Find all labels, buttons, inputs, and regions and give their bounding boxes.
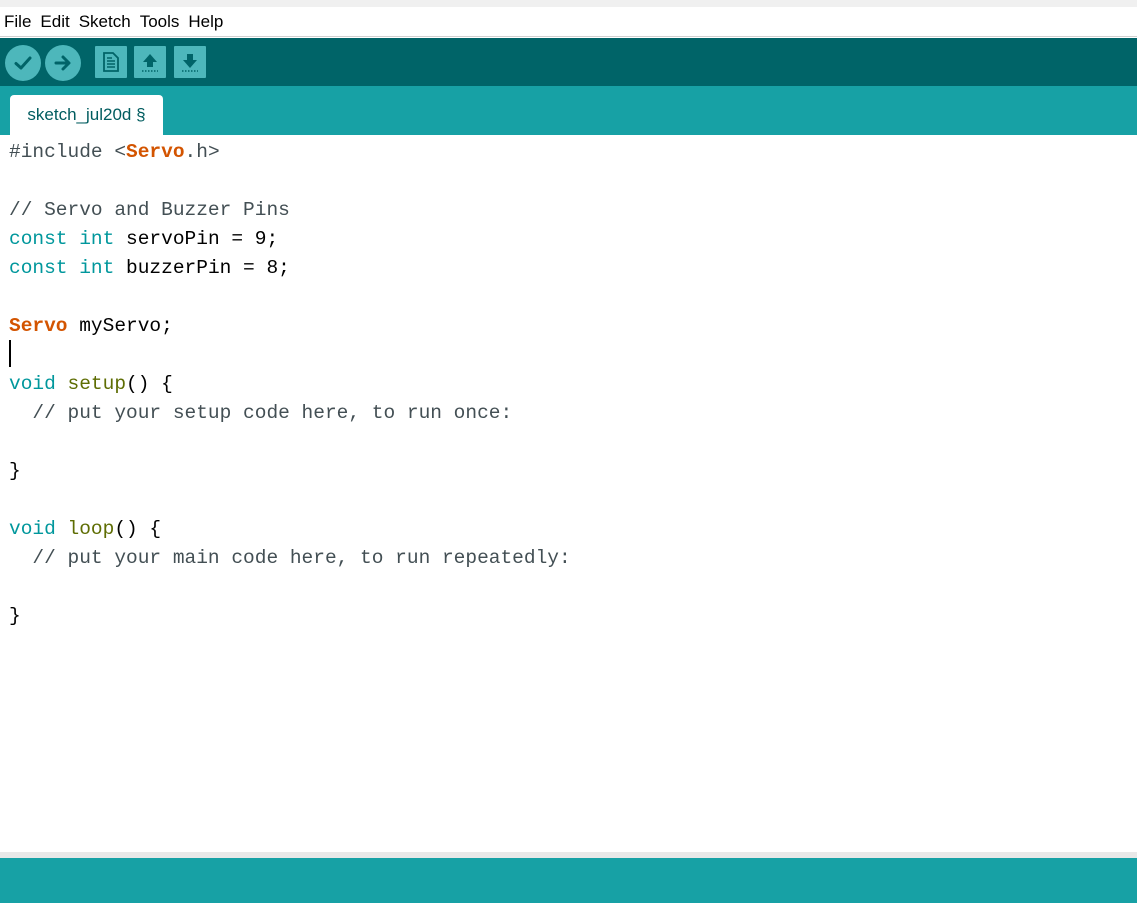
code-line-servo-object: Servo myServo; [9, 312, 173, 341]
text-caret [9, 340, 11, 367]
toolbar [0, 38, 1137, 86]
code-line-comment: // Servo and Buzzer Pins [9, 196, 290, 225]
code-token-class: Servo [9, 315, 68, 337]
arrow-up-icon [142, 54, 158, 72]
code-line-loop-close: } [9, 602, 21, 631]
menu-edit[interactable]: Edit [35, 7, 73, 37]
new-button[interactable] [95, 46, 127, 78]
code-token-keyword: const [9, 228, 68, 250]
code-token-keyword: void [9, 373, 56, 395]
code-line-loop: void loop() { [9, 515, 161, 544]
code-token: servoPin = 9; [114, 228, 279, 250]
code-token: #include < [9, 141, 127, 163]
save-button[interactable] [174, 46, 206, 78]
code-token: myServo; [67, 315, 173, 337]
code-token-keyword: void [9, 518, 56, 540]
menu-bar: File Edit Sketch Tools Help [0, 7, 1137, 37]
tab-label: sketch_jul20d § [27, 105, 146, 124]
code-token: () { [126, 373, 173, 395]
code-line-include: #include <Servo.h> [9, 138, 220, 167]
code-token-function: loop [67, 518, 115, 540]
tab-bar [0, 86, 1137, 135]
arrow-down-icon [182, 54, 198, 72]
code-token: () { [114, 518, 162, 540]
code-token-keyword: int [79, 257, 115, 279]
code-line-setup-comment: // put your setup code here, to run once… [9, 399, 512, 428]
tab-sketch[interactable]: sketch_jul20d § [10, 95, 163, 135]
code-token: } [9, 460, 21, 482]
code-token-class: Servo [126, 141, 185, 163]
open-button[interactable] [134, 46, 166, 78]
menu-sketch[interactable]: Sketch [74, 7, 135, 37]
code-token-keyword: const [9, 257, 68, 279]
code-line-servo-pin: const int servoPin = 9; [9, 225, 278, 254]
code-line-loop-comment: // put your main code here, to run repea… [9, 544, 571, 573]
code-token-keyword: int [79, 228, 115, 250]
menu-tools[interactable]: Tools [135, 7, 184, 37]
document-icon [103, 52, 119, 72]
code-token-function: setup [67, 373, 127, 395]
code-token: } [9, 605, 21, 627]
code-token: buzzerPin = 8; [114, 257, 290, 279]
code-token-comment: // put your setup code here, to run once… [9, 402, 513, 424]
code-token: .h> [184, 141, 220, 163]
code-token-comment: // Servo and Buzzer Pins [9, 199, 290, 221]
message-area [0, 858, 1137, 903]
menu-help[interactable]: Help [183, 7, 227, 37]
code-token-comment: // put your main code here, to run repea… [9, 547, 571, 569]
menu-file[interactable]: File [0, 7, 35, 37]
check-icon [14, 56, 32, 70]
code-line-setup: void setup() { [9, 370, 173, 399]
arrow-right-icon [54, 55, 71, 71]
code-line-buzzer-pin: const int buzzerPin = 8; [9, 254, 290, 283]
code-line-setup-close: } [9, 457, 21, 486]
verify-button[interactable] [5, 45, 41, 81]
upload-button[interactable] [45, 45, 81, 81]
